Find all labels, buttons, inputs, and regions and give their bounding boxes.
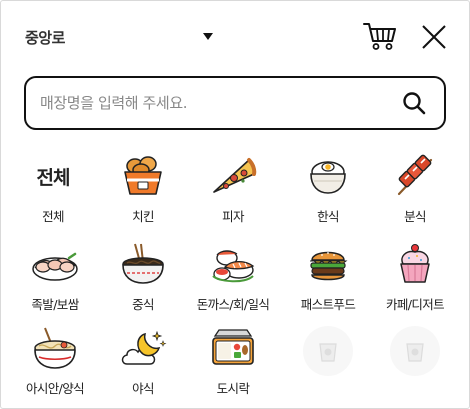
category-label: 카페/디저트 [385, 297, 445, 312]
category-label: 전체 [42, 209, 64, 224]
category-fastfood[interactable]: 패스트푸드 [283, 236, 373, 316]
caret-down-icon[interactable] [202, 30, 214, 42]
category-lunchbox[interactable]: 도시락 [188, 320, 278, 400]
placeholder-cup-icon [303, 326, 353, 376]
category-label: 중식 [132, 297, 154, 312]
moon-icon [119, 326, 167, 370]
search-input[interactable] [26, 94, 401, 112]
chicken-icon [119, 154, 167, 198]
location-label: 중앙로 [25, 28, 65, 47]
category-label: 야식 [132, 381, 154, 396]
category-snack[interactable]: 분식 [370, 148, 460, 228]
category-label: 아시안/양식 [25, 381, 85, 396]
all-text-icon: 전체 [36, 166, 71, 189]
empty-slot [370, 320, 460, 400]
category-label: 한식 [317, 209, 339, 224]
placeholder-cup-icon [390, 326, 440, 376]
sushi-icon [209, 242, 257, 286]
lunchbox-icon [209, 326, 257, 370]
category-label: 패스트푸드 [300, 297, 356, 312]
location-selector[interactable]: 중앙로 [25, 24, 65, 50]
category-label: 치킨 [132, 209, 154, 224]
category-pork[interactable]: 족발/보쌈 [10, 236, 100, 316]
search-icon[interactable] [401, 90, 427, 116]
category-label: 도시락 [216, 381, 250, 396]
burger-icon [304, 242, 352, 286]
skewer-icon [391, 154, 439, 198]
category-label: 족발/보쌈 [31, 297, 79, 312]
category-korean[interactable]: 한식 [283, 148, 373, 228]
rice-bowl-icon [304, 154, 352, 198]
noodles-icon [119, 242, 167, 286]
pizza-icon [209, 154, 257, 198]
category-japanese[interactable]: 돈까스/회/일식 [188, 236, 278, 316]
category-asian[interactable]: 아시안/양식 [10, 320, 100, 400]
empty-slot [283, 320, 373, 400]
category-latenight[interactable]: 야식 [98, 320, 188, 400]
category-label: 분식 [404, 209, 426, 224]
cart-icon[interactable] [363, 21, 397, 51]
cupcake-icon [391, 242, 439, 286]
category-all[interactable]: 전체 전체 [8, 148, 98, 228]
header: 중앙로 [0, 0, 470, 74]
category-pizza[interactable]: 피자 [188, 148, 278, 228]
pork-icon [31, 242, 79, 286]
pasta-icon [31, 326, 79, 370]
category-chinese[interactable]: 중식 [98, 236, 188, 316]
close-icon[interactable] [421, 24, 447, 50]
search-box [24, 76, 446, 130]
category-cafe[interactable]: 카페/디저트 [370, 236, 460, 316]
category-label: 돈까스/회/일식 [196, 297, 270, 312]
category-label: 피자 [222, 209, 244, 224]
category-chicken[interactable]: 치킨 [98, 148, 188, 228]
